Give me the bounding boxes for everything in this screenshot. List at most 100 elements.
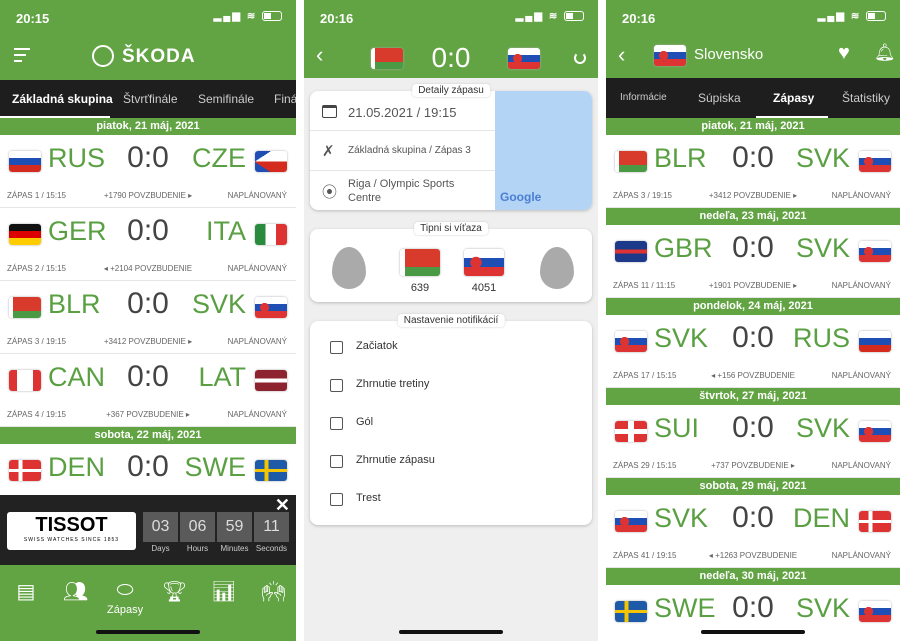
- checkbox[interactable]: [330, 493, 343, 506]
- checkbox[interactable]: [330, 379, 343, 392]
- players-icon: 👥︎: [62, 581, 89, 603]
- away-team-code: ITA: [206, 216, 246, 246]
- tab-zapasy[interactable]: Zápasy: [773, 91, 814, 105]
- google-logo: Google: [500, 190, 542, 204]
- flag-svk-icon: [859, 601, 891, 622]
- bell-icon[interactable]: 🔔︎: [874, 43, 896, 63]
- away-team-code: SVK: [191, 289, 246, 319]
- status-time: 20:16: [320, 11, 354, 26]
- nav-item-stats[interactable]: 📊︎: [206, 579, 242, 604]
- match-score: 0:0: [732, 231, 774, 264]
- flag-cze-icon: [255, 151, 287, 172]
- nav-item-puck[interactable]: ⬭ Zápasy: [107, 579, 143, 616]
- countdown-label: Minutes: [220, 544, 249, 553]
- nav-item-players[interactable]: 👥︎: [58, 579, 94, 604]
- tab-finale[interactable]: Finá: [274, 92, 296, 106]
- favorite-heart-icon[interactable]: ♥: [838, 42, 850, 65]
- countdown-value: 06: [180, 512, 215, 542]
- match-row[interactable]: BLR 0:0 SVK ZÁPAS 3 / 19:15 +3412 POVZBUDENI…: [606, 135, 900, 208]
- predict-winner-card: Tipni si víťaza 639 4051: [310, 222, 592, 302]
- tab-stvrtfinale[interactable]: Štvrťfinále: [123, 92, 178, 106]
- countdown-value: 11: [254, 512, 289, 542]
- flag-ita-icon: [255, 224, 287, 245]
- match-status: NAPLÁNOVANÝ: [227, 410, 287, 419]
- date-header: sobota, 22 máj, 2021: [0, 427, 296, 444]
- match-row[interactable]: CAN 0:0 LAT ZÁPAS 4 / 19:15 +367 POVZBUDENIE…: [0, 354, 296, 427]
- flag-blr-icon: [400, 249, 440, 276]
- stats-icon: 📊︎: [211, 581, 237, 603]
- match-score: 0:0: [127, 141, 169, 174]
- match-score: 0:0: [732, 141, 774, 174]
- away-team-code: SVK: [795, 593, 850, 623]
- tab-informacie[interactable]: Informácie: [620, 92, 667, 103]
- away-team-code: SVK: [795, 233, 850, 263]
- refresh-icon[interactable]: [574, 52, 586, 64]
- match-status: NAPLÁNOVANÝ: [831, 371, 891, 380]
- stage-tabs: Základná skupina Štvrťfinále Semifinále …: [0, 80, 296, 118]
- notification-option[interactable]: Zhrnutie tretiny: [310, 378, 592, 399]
- match-status: NAPLÁNOVANÝ: [227, 337, 287, 346]
- tab-statistiky[interactable]: Štatistiky: [842, 91, 890, 105]
- tab-supiska[interactable]: Súpiska: [698, 91, 741, 105]
- flag-svk-icon: [255, 297, 287, 318]
- back-icon[interactable]: ‹: [618, 42, 625, 68]
- countdown-value: 03: [143, 512, 178, 542]
- hockey-sticks-icon: ✗: [322, 143, 335, 160]
- away-team-code: LAT: [198, 362, 246, 392]
- match-row[interactable]: GER 0:0 ITA ZÁPAS 2 / 15:15 ◂ +2104 POVZBUDE…: [0, 208, 296, 281]
- date-header: piatok, 21 máj, 2021: [0, 118, 296, 135]
- checkbox[interactable]: [330, 455, 343, 468]
- date-header: štvrtok, 27 máj, 2021: [606, 388, 900, 405]
- team-header: 20:16 ▂▄▆ ≋ ‹ Slovensko ♥ 🔔︎: [606, 0, 900, 78]
- match-status: NAPLÁNOVANÝ: [831, 461, 891, 470]
- notification-option[interactable]: Zhrnutie zápasu: [310, 454, 592, 475]
- countdown-minutes: 59 Minutes: [217, 512, 252, 553]
- puck-icon: ⬭: [116, 579, 134, 601]
- nav-item-trophy[interactable]: 🏆︎: [157, 579, 193, 604]
- match-row[interactable]: SUI 0:0 SVK ZÁPAS 29 / 15:15 +737 POVZBUDENI…: [606, 405, 900, 478]
- team-screen: 20:16 ▂▄▆ ≋ ‹ Slovensko ♥ 🔔︎ Informácie S…: [606, 0, 900, 641]
- nav-item-fans[interactable]: 🙌︎: [256, 579, 292, 604]
- match-score: 0:0: [732, 411, 774, 444]
- tissot-ad-banner[interactable]: ✕ TISSOT SWISS WATCHES SINCE 1853 03 Days…: [0, 495, 296, 565]
- status-icons: ▂▄▆ ≋: [516, 11, 584, 22]
- countdown-days: 03 Days: [143, 512, 178, 553]
- notification-option[interactable]: Gól: [310, 416, 592, 437]
- checkbox-label: Začiatok: [356, 340, 398, 352]
- tissot-logo: TISSOT SWISS WATCHES SINCE 1853: [7, 512, 136, 550]
- notification-option[interactable]: Začiatok: [310, 340, 592, 361]
- match-row[interactable]: RUS 0:0 CZE ZÁPAS 1 / 15:15 +1790 POVZBUDENI…: [0, 135, 296, 208]
- tab-zakladna-skupina[interactable]: Základná skupina: [12, 92, 113, 106]
- match-status: NAPLÁNOVANÝ: [831, 551, 891, 560]
- checkbox[interactable]: [330, 341, 343, 354]
- match-score: 0:0: [431, 42, 471, 73]
- match-header: 20:16 ▂▄▆ ≋ ‹ 0:0: [304, 0, 598, 78]
- match-row[interactable]: SVK 0:0 RUS ZÁPAS 17 / 15:15 ◂ +156 POVZBUDE…: [606, 315, 900, 388]
- match-score: 0:0: [127, 360, 169, 393]
- nav-label: Zápasy: [107, 604, 144, 616]
- menu-icon[interactable]: [14, 48, 30, 62]
- skoda-logo-icon: [92, 45, 114, 67]
- away-votes: 4051: [471, 282, 497, 294]
- away-team-code: SVK: [795, 413, 850, 443]
- flame-icon-home[interactable]: [332, 247, 366, 289]
- match-row[interactable]: SVK 0:0 DEN ZÁPAS 41 / 19:15 ◂ +1263 POVZBUD…: [606, 495, 900, 568]
- map-view[interactable]: Google: [495, 91, 592, 210]
- home-indicator: [701, 630, 805, 634]
- checkbox-label: Trest: [356, 492, 381, 504]
- home-indicator: [399, 630, 503, 634]
- flag-svk-icon: [859, 151, 891, 172]
- flame-icon-away[interactable]: [540, 247, 574, 289]
- match-score: 0:0: [732, 501, 774, 534]
- flag-svk-icon: [859, 421, 891, 442]
- status-time: 20:16: [622, 11, 656, 26]
- tab-semifinale[interactable]: Semifinále: [198, 92, 254, 106]
- checkbox[interactable]: [330, 417, 343, 430]
- match-score: 0:0: [127, 450, 169, 483]
- nav-item-news[interactable]: ▤: [8, 579, 44, 604]
- match-status: NAPLÁNOVANÝ: [227, 264, 287, 273]
- away-team-code: DEN: [792, 503, 850, 533]
- match-row[interactable]: GBR 0:0 SVK ZÁPAS 11 / 11:15 +1901 POVZBUDEN…: [606, 225, 900, 298]
- notification-option[interactable]: Trest: [310, 492, 592, 513]
- match-row[interactable]: BLR 0:0 SVK ZÁPAS 3 / 19:15 +3412 POVZBUDENI…: [0, 281, 296, 354]
